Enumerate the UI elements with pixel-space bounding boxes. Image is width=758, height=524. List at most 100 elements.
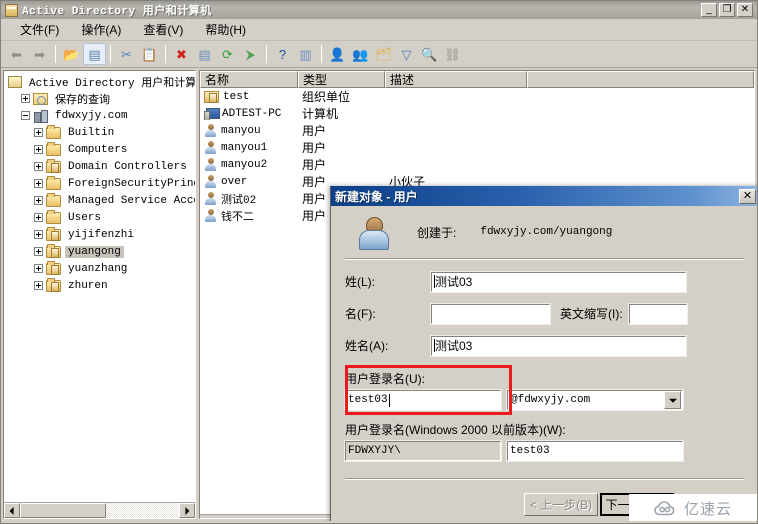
full-name-input[interactable]: 测试03	[430, 334, 687, 357]
back-icon[interactable]: ⬅	[5, 43, 28, 65]
tree-node-builtin[interactable]: Builtin	[4, 124, 195, 141]
ou-folder-icon	[46, 226, 61, 241]
minimize-icon: _	[706, 4, 712, 15]
help-icon[interactable]: ?	[271, 43, 294, 65]
scroll-track[interactable]	[20, 503, 179, 518]
maximize-button[interactable]: ❐	[719, 3, 735, 17]
ad-root-icon	[8, 75, 22, 88]
tree-node-label: fdwxyjy.com	[55, 109, 128, 122]
new-ou-icon[interactable]: 🗂	[372, 43, 395, 65]
expand-node-icon[interactable]	[34, 247, 43, 256]
menu-action[interactable]: 操作(A)	[70, 19, 132, 40]
column-header-类型[interactable]: 类型	[298, 71, 385, 88]
table-row[interactable]: test 组织单位	[200, 88, 754, 105]
downlevel-logon-input[interactable]: test03	[506, 440, 684, 462]
initials-input[interactable]	[627, 302, 688, 325]
expand-node-icon[interactable]	[34, 179, 43, 188]
tree-node-yijifenzhi[interactable]: yijifenzhi	[4, 226, 195, 243]
upn-input[interactable]: test03	[344, 389, 502, 411]
minimize-button[interactable]: _	[701, 3, 717, 17]
cut-icon[interactable]: ✂	[115, 43, 138, 65]
find-icon[interactable]: 🔍	[418, 43, 441, 65]
scroll-thumb[interactable]	[20, 503, 106, 518]
tree-node--[interactable]: 保存的查询	[4, 90, 195, 107]
new-group-icon[interactable]: 👥	[349, 43, 372, 65]
tree-horizontal-scrollbar[interactable]	[4, 502, 195, 518]
expand-node-icon[interactable]	[34, 281, 43, 290]
scroll-left-arrow[interactable]	[4, 503, 20, 518]
paste-icon[interactable]: 📋	[138, 43, 161, 65]
tree-node-foreignsecurityprincip[interactable]: ForeignSecurityPrincip	[4, 175, 195, 192]
expand-node-icon[interactable]	[34, 213, 43, 222]
dialog-close-button[interactable]: ✕	[739, 188, 756, 204]
column-header-描述[interactable]: 描述	[385, 71, 527, 88]
upn-suffix-value: @fdwxyjy.com	[511, 394, 591, 406]
forward-icon[interactable]: ➡	[28, 43, 51, 65]
refresh-icon[interactable]: ⟳	[216, 43, 239, 65]
expand-node-icon[interactable]	[34, 162, 43, 171]
tree-node-yuangong[interactable]: yuangong	[4, 243, 195, 260]
last-name-label: 姓(L):	[345, 275, 376, 289]
dialog-footer-divider	[345, 478, 744, 480]
tree-node-managed-service-accoun[interactable]: Managed Service Accoun	[4, 192, 195, 209]
list-column-headers: 名称 类型 描述	[200, 71, 754, 88]
tree-node-computers[interactable]: Computers	[4, 141, 195, 158]
export-list-icon[interactable]: ⮞	[239, 43, 262, 65]
expand-node-icon[interactable]	[34, 230, 43, 239]
tree-node-users[interactable]: Users	[4, 209, 195, 226]
table-row[interactable]: manyou 用户	[200, 122, 754, 139]
close-button[interactable]: ✕	[737, 3, 753, 17]
folder-icon	[46, 175, 61, 190]
delete-icon[interactable]: ✖	[170, 43, 193, 65]
downlevel-label: 用户登录名(Windows 2000 以前版本)(W):	[345, 423, 566, 437]
object-name: manyou	[221, 124, 261, 137]
close-icon: ✕	[742, 189, 753, 202]
help-icon-glyph: ?	[278, 46, 287, 62]
full-name-label: 姓名(A):	[345, 339, 389, 353]
first-name-input[interactable]	[430, 302, 551, 325]
menu-view[interactable]: 查看(V)	[132, 19, 194, 40]
expand-node-icon[interactable]	[34, 128, 43, 137]
last-name-row: 姓(L): 测试03	[345, 270, 744, 293]
show-hide-tree-icon[interactable]: ▤	[83, 43, 106, 65]
tree-node-active-directory-[interactable]: Active Directory 用户和计算机	[4, 73, 195, 90]
console-tree: Active Directory 用户和计算机 保存的查询 fdwxyjy.com B…	[4, 71, 195, 294]
expand-node-icon[interactable]	[21, 94, 30, 103]
table-row[interactable]: manyou2 用户	[200, 156, 754, 173]
tree-node-label: yuangong	[65, 245, 124, 258]
scroll-right-arrow[interactable]	[179, 503, 195, 518]
upn-suffix-dropdown[interactable]: @fdwxyjy.com	[506, 389, 684, 411]
up-one-level-icon[interactable]: 📂	[60, 43, 83, 65]
expand-node-icon[interactable]	[34, 264, 43, 273]
column-header-blank[interactable]	[527, 71, 754, 88]
console-window-icon[interactable]: ▥	[294, 43, 317, 65]
column-header-名称[interactable]: 名称	[200, 71, 298, 88]
downlevel-row: FDWXYJY\ test03	[344, 440, 744, 462]
dialog-titlebar: 新建对象 - 用户 ✕	[331, 186, 757, 206]
tree-node-yuanzhang[interactable]: yuanzhang	[4, 260, 195, 277]
collapse-node-icon[interactable]	[21, 111, 30, 120]
upn-label: 用户登录名(U):	[345, 372, 425, 386]
watermark-text: 亿速云	[683, 500, 732, 518]
saved-query-icon[interactable]: ⛓	[441, 43, 464, 65]
expand-node-icon[interactable]	[34, 145, 43, 154]
menu-file[interactable]: 文件(F)	[9, 19, 70, 40]
tree-node-domain-controllers[interactable]: Domain Controllers	[4, 158, 195, 175]
user-icon	[204, 209, 217, 222]
tree-node-label: Users	[68, 211, 102, 224]
cell-type: 用户	[302, 158, 327, 172]
tree-node-fdwxyjy-com[interactable]: fdwxyjy.com	[4, 107, 195, 124]
table-row[interactable]: ADTEST-PC 计算机	[200, 105, 754, 122]
expand-node-icon[interactable]	[34, 196, 43, 205]
tree-node-label: zhuren	[68, 279, 108, 292]
properties-icon[interactable]: ▤	[193, 43, 216, 65]
console-tree-pane[interactable]: Active Directory 用户和计算机 保存的查询 fdwxyjy.com B…	[3, 70, 196, 519]
table-row[interactable]: manyou1 用户	[200, 139, 754, 156]
menu-help[interactable]: 帮助(H)	[194, 19, 257, 40]
chevron-down-icon[interactable]	[664, 391, 681, 409]
last-name-input[interactable]: 测试03	[430, 270, 687, 293]
new-user-icon[interactable]: 👤	[326, 43, 349, 65]
back-button[interactable]: < 上一步(B)	[524, 493, 598, 516]
tree-node-zhuren[interactable]: zhuren	[4, 277, 195, 294]
filter-icon[interactable]: ▽	[395, 43, 418, 65]
